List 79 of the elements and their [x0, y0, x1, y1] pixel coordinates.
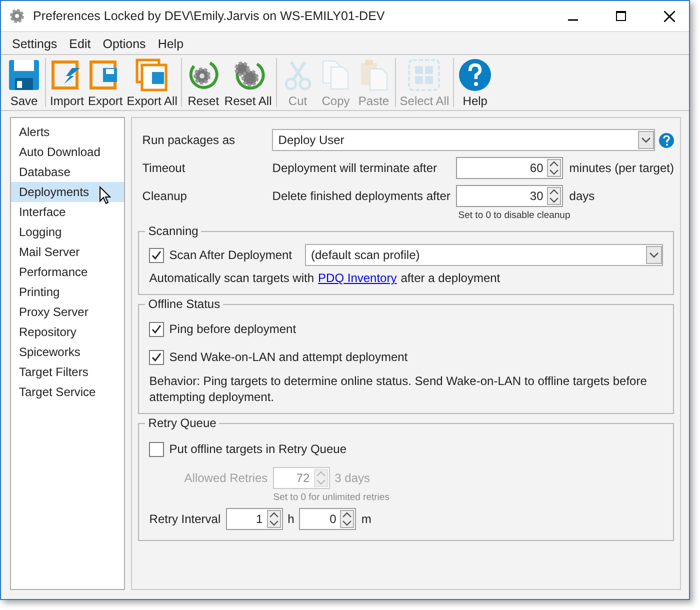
select-all-icon: [407, 58, 442, 92]
spinner-arrows-icon[interactable]: [547, 187, 562, 205]
hint-text: Set to 0 to disable cleanup: [457, 210, 572, 223]
save-icon: [7, 58, 41, 92]
chevron-down-icon: [646, 246, 662, 264]
unit-label: days: [569, 189, 595, 203]
checkbox[interactable]: [149, 248, 164, 262]
setting-label: Cleanup: [142, 189, 188, 203]
maximize-icon: [616, 11, 626, 21]
hint-text: Set to 0 for unlimited retries: [272, 492, 390, 505]
toolbar-button[interactable]: Import: [48, 55, 86, 110]
behavior-text: Behavior: Ping targets to determine online status. Send Wake-on-LAN to offline targets before attempting deployment.: [149, 373, 648, 405]
checkbox-label: Ping before deployment: [169, 322, 296, 336]
group-title: Scanning: [147, 224, 200, 238]
menu-item[interactable]: Settings: [7, 37, 62, 51]
toolbar-button[interactable]: Export All: [124, 55, 180, 110]
toolbar-button[interactable]: Reset: [184, 55, 222, 110]
setting-label: Run packages as: [142, 133, 236, 147]
help-icon: [458, 58, 492, 92]
category-item[interactable]: Mail Server: [11, 242, 124, 262]
mouse-pointer-icon: [99, 186, 111, 205]
gear-icon: [9, 8, 25, 24]
chevron-down-icon: [638, 131, 654, 149]
category-item[interactable]: Alerts: [11, 122, 124, 142]
checkbox-label: Put offline targets in Retry Queue: [169, 442, 346, 456]
toolbar-button[interactable]: Save: [5, 55, 43, 110]
checkbox[interactable]: [149, 350, 164, 364]
category-item[interactable]: Repository: [11, 322, 124, 342]
unit-label: 3 days: [334, 471, 370, 485]
number-field[interactable]: 0: [299, 508, 356, 530]
category-item[interactable]: Target Service: [11, 382, 124, 402]
category-item[interactable]: Target Filters: [11, 362, 124, 382]
unit-label: minutes (per target): [569, 161, 674, 175]
category-item[interactable]: Performance: [11, 262, 124, 282]
checkmark-icon: [151, 352, 162, 362]
export-all-icon: [135, 58, 170, 92]
number-field[interactable]: 1: [226, 508, 283, 530]
category-item[interactable]: Database: [11, 162, 124, 182]
category-item[interactable]: Deployments: [11, 182, 124, 202]
unit-label: m: [361, 512, 372, 526]
setting-text: Deployment will terminate after: [272, 161, 438, 175]
checkbox-label: Send Wake-on-LAN and attempt deployment: [169, 350, 408, 364]
checkbox-label: Scan After Deployment: [169, 248, 292, 262]
category-item[interactable]: Spiceworks: [11, 342, 124, 362]
unit-label: h: [288, 512, 294, 526]
description-text: Automatically scan targets with PDQ Inventory after a deployment: [149, 270, 502, 286]
setting-text: Delete finished deployments after: [272, 189, 452, 203]
category-item[interactable]: Auto Download: [11, 142, 124, 162]
setting-label: Retry Interval: [149, 512, 221, 526]
category-item[interactable]: Printing: [11, 282, 124, 302]
number-field[interactable]: 30: [456, 185, 564, 207]
toolbar-button[interactable]: Export: [86, 55, 125, 110]
toolbar-button[interactable]: Reset All: [222, 55, 274, 110]
spinner-arrows-icon[interactable]: [547, 159, 562, 177]
checkmark-icon: [151, 250, 162, 260]
menu-item[interactable]: Help: [152, 37, 189, 51]
setting-label: Timeout: [142, 161, 186, 175]
help-icon[interactable]: [659, 132, 674, 148]
group-title: Retry Queue: [147, 416, 218, 430]
menu-item[interactable]: Edit: [64, 37, 96, 51]
close-icon: [664, 10, 674, 22]
menu-item[interactable]: Options: [98, 37, 151, 51]
checkbox[interactable]: [149, 322, 164, 336]
run-as-dropdown[interactable]: Deploy User: [272, 129, 655, 151]
number-field[interactable]: 60: [456, 157, 564, 179]
scan-profile-dropdown[interactable]: (default scan profile): [305, 244, 663, 266]
setting-label: Allowed Retries: [184, 471, 268, 485]
group-title: Offline Status: [147, 297, 222, 311]
window-title: Preferences Locked by DEV\Emily.Jarvis on WS-EMILY01-DEV: [33, 9, 386, 23]
category-item[interactable]: Proxy Server: [11, 302, 124, 322]
spinner-arrows-icon[interactable]: [266, 510, 281, 528]
toolbar-button[interactable]: Help: [456, 55, 494, 110]
checkbox[interactable]: [149, 442, 164, 456]
minimize-icon: [568, 19, 578, 21]
spinner-arrows-icon[interactable]: [340, 510, 354, 528]
pdq-inventory-link[interactable]: PDQ Inventory: [318, 271, 397, 285]
category-item[interactable]: Interface: [11, 202, 124, 222]
checkmark-icon: [151, 324, 162, 334]
category-item[interactable]: Logging: [11, 222, 124, 242]
